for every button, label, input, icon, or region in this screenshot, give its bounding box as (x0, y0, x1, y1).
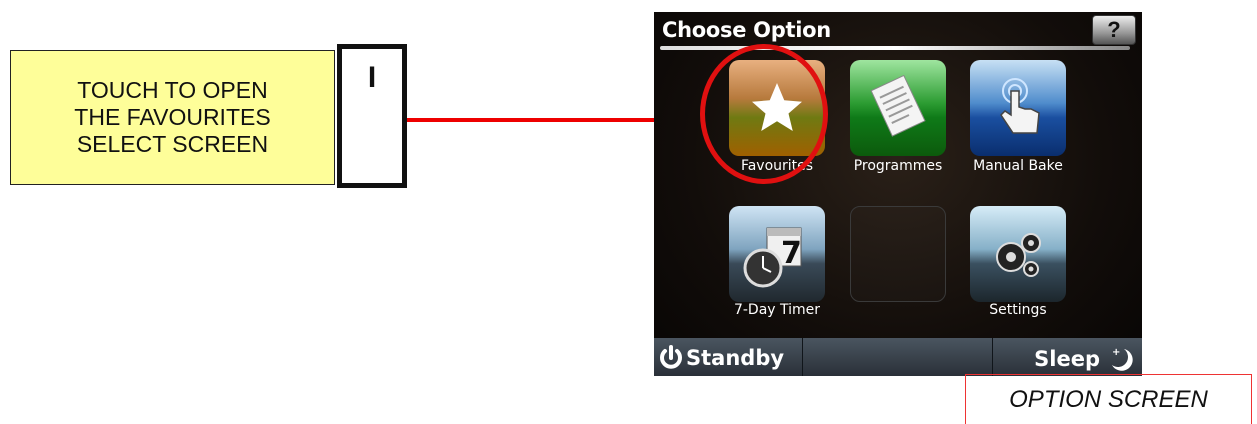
svg-text:+: + (1112, 347, 1120, 358)
gears-icon (970, 206, 1066, 302)
programmes-label: Programmes (853, 158, 943, 174)
manual-bake-button[interactable] (970, 60, 1066, 156)
title-divider (660, 46, 1130, 50)
option-screen-caption: OPTION SCREEN (965, 374, 1252, 424)
pointer-arrow-line (407, 118, 687, 122)
standby-button[interactable]: Standby (658, 345, 784, 371)
power-icon (658, 345, 684, 371)
screen-title: Choose Option (662, 18, 831, 42)
callout-line-3: SELECT SCREEN (76, 131, 269, 157)
standby-label: Standby (686, 346, 785, 370)
middle-segment (802, 338, 993, 376)
settings-label: Settings (989, 302, 1047, 318)
callout-line-2: THE FAVOURITES (74, 104, 271, 130)
empty-tile-slot (850, 206, 946, 302)
settings-button[interactable] (970, 206, 1066, 302)
calendar-number: 7 (781, 236, 802, 271)
option-screen: Choose Option ? Favourites Programmes Ma… (654, 12, 1142, 376)
clock-calendar-icon (729, 206, 825, 302)
sleep-label: Sleep (1034, 347, 1100, 371)
title-bar: Choose Option ? (654, 12, 1142, 50)
step-marker: I (337, 44, 407, 188)
help-button[interactable]: ? (1092, 15, 1136, 45)
seven-day-timer-button[interactable]: 7 (729, 206, 825, 302)
manual-bake-label: Manual Bake (973, 158, 1063, 174)
programmes-button[interactable] (850, 60, 946, 156)
document-icon (850, 60, 946, 156)
moon-icon: + (1106, 345, 1134, 373)
favourites-highlight-circle (700, 44, 828, 184)
instruction-callout: TOUCH TO OPEN THE FAVOURITES SELECT SCRE… (10, 50, 335, 185)
sleep-button[interactable]: Sleep + (1034, 345, 1134, 373)
seven-day-timer-label: 7-Day Timer (733, 302, 821, 318)
hand-pointer-icon (970, 60, 1066, 156)
callout-line-1: TOUCH TO OPEN (77, 77, 268, 103)
